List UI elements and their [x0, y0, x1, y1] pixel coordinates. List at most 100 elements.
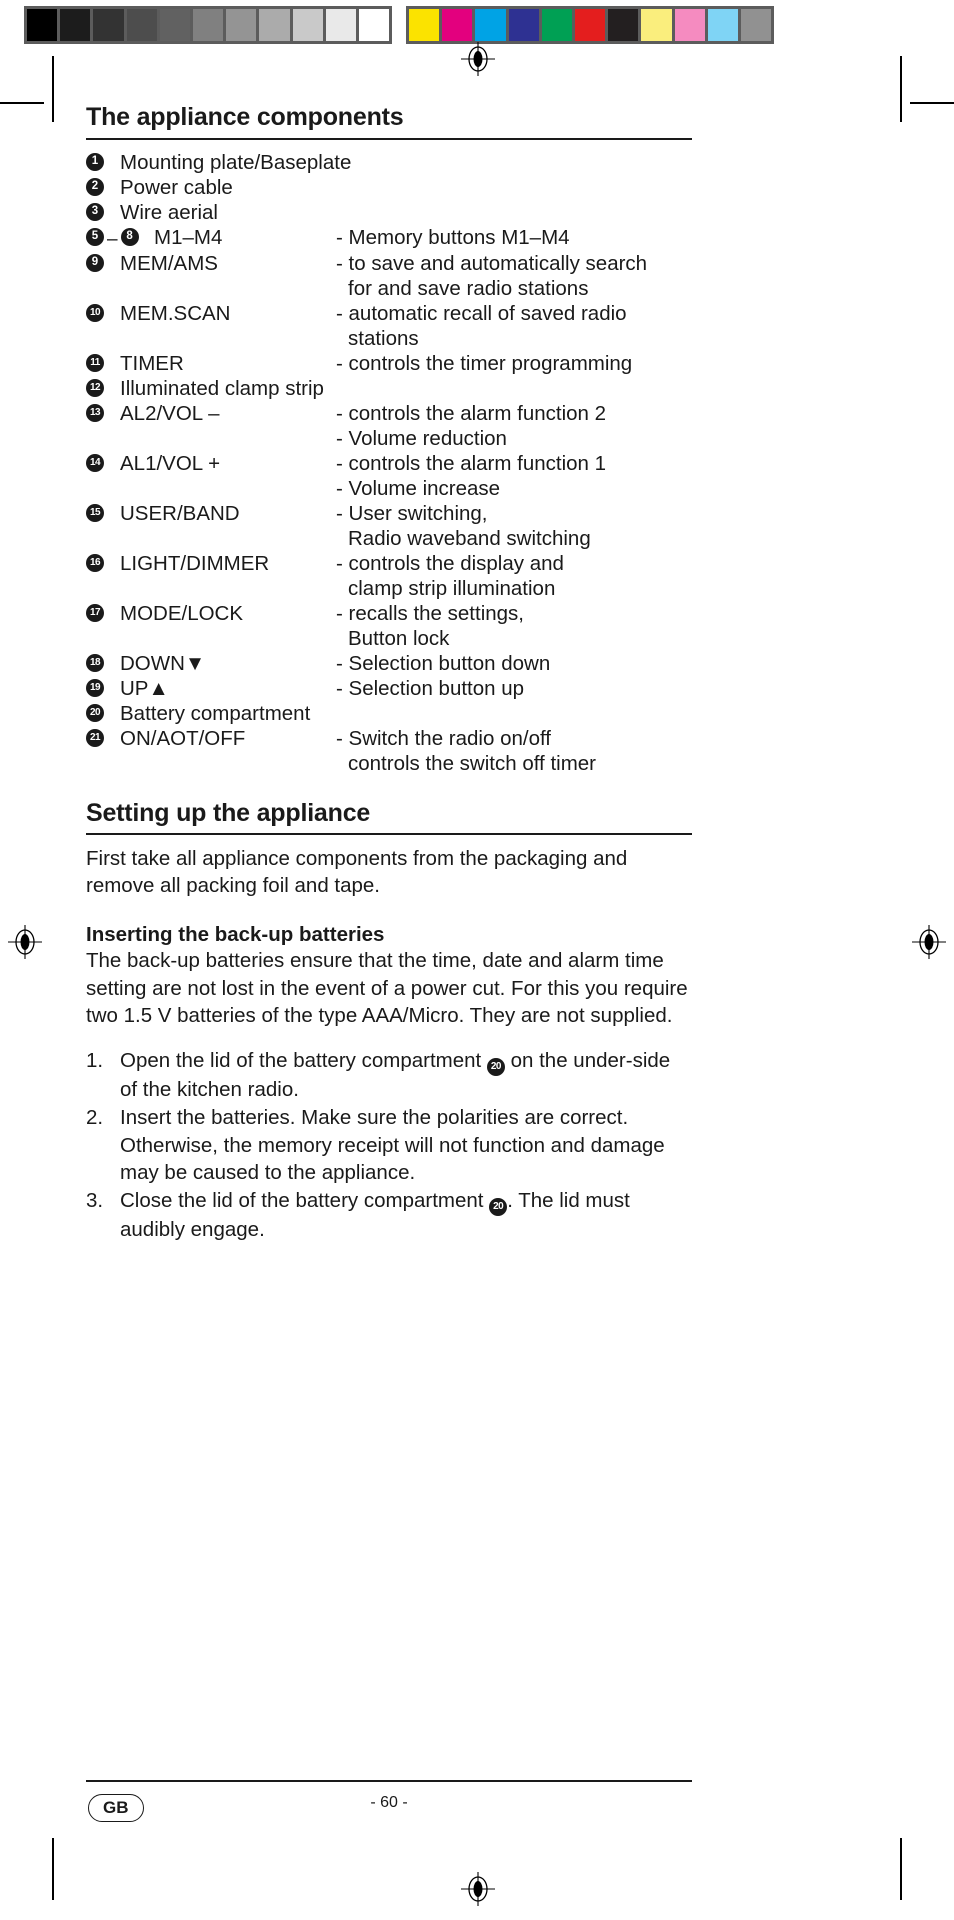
component-number-badge: 12 — [86, 376, 118, 397]
component-item: 11 TIMER - controls the timer programming — [86, 351, 692, 376]
component-item: 13 AL2/VOL – - controls the alarm function… — [86, 401, 692, 451]
step-number: 2. — [86, 1106, 104, 1130]
batteries-subheading: Inserting the back-up batteries — [86, 922, 385, 946]
component-item: 21 ON/AOT/OFF - Switch the radio on/off con… — [86, 726, 692, 776]
grayscale-swatch-4 — [159, 9, 190, 41]
color-swatch-6 — [608, 9, 639, 41]
component-description-line: controls the switch off timer — [348, 751, 596, 775]
component-label: ON/AOT/OFF — [120, 726, 246, 750]
component-description-line: - Selection button up — [336, 676, 525, 700]
component-label: M1–M4 — [154, 225, 223, 249]
component-description-line: Radio waveband switching — [348, 526, 591, 550]
color-swatch-4 — [541, 9, 572, 41]
crop-mark-bottom-right — [900, 1838, 902, 1900]
number-badge-icon: 14 — [86, 453, 104, 472]
component-description: - User switching, Radio waveband switchin… — [336, 501, 692, 551]
page-footer: GB - 60 - — [86, 1780, 692, 1830]
component-label: DOWN▼ — [120, 651, 206, 675]
number-badge-icon: 5 — [86, 227, 104, 246]
grayscale-swatch-6 — [226, 9, 257, 41]
registration-mark-top — [461, 42, 495, 76]
component-item: 9 MEM/AMS - to save and automatically sear… — [86, 251, 692, 301]
crop-mark-top-right — [900, 56, 902, 122]
component-number-badge: 21 — [86, 726, 118, 747]
component-description: - automatic recall of saved radio station… — [336, 301, 692, 351]
number-badge-icon: 18 — [86, 653, 104, 672]
component-description-line: Button lock — [348, 626, 450, 650]
number-badge-icon: 11 — [86, 353, 104, 372]
component-description-line: - controls the display and — [336, 551, 564, 575]
component-item: 10 MEM.SCAN - automatic recall of saved ra… — [86, 301, 692, 351]
registration-mark-left — [8, 925, 42, 959]
page-number: - 60 - — [370, 1794, 408, 1811]
component-description-line: - Selection button down — [336, 651, 551, 675]
component-description-line: stations — [348, 326, 419, 350]
crop-mark-right-upper — [910, 102, 954, 104]
color-swatch-5 — [574, 9, 606, 41]
component-item: 2 Power cable — [86, 175, 692, 200]
number-badge-icon: 9 — [86, 253, 104, 272]
number-badge-icon: 15 — [86, 503, 104, 522]
step-item: 2. Insert the batteries. Make sure the po… — [86, 1104, 692, 1186]
component-label: MEM.SCAN — [120, 301, 231, 325]
component-description-line: - Volume reduction — [336, 426, 507, 450]
component-description-line: - to save and automatically search — [336, 251, 648, 275]
color-swatch-7 — [641, 9, 672, 41]
prepress-calibration-bar — [24, 6, 930, 44]
grayscale-swatch-7 — [259, 9, 290, 41]
component-description: - controls the alarm function 2- Volume … — [336, 401, 692, 451]
batteries-paragraph: The back-up batteries ensure that the ti… — [86, 949, 688, 1027]
inline-number-badge-icon: 20 — [489, 1198, 508, 1217]
title-divider — [86, 137, 692, 140]
component-number-badge: 2 — [86, 175, 118, 196]
component-description-line: - recalls the settings, — [336, 601, 524, 625]
grayscale-swatch-3 — [126, 9, 157, 41]
component-item: 3 Wire aerial — [86, 200, 692, 225]
step-item: 1. Open the lid of the battery compartmen… — [86, 1047, 692, 1103]
component-label: AL1/VOL + — [120, 451, 221, 475]
component-label: LIGHT/DIMMER — [120, 551, 270, 575]
grayscale-swatch-5 — [192, 9, 224, 41]
number-badge-icon: 20 — [86, 703, 104, 722]
component-number-badge: 14 — [86, 451, 118, 472]
component-label: Battery compartment — [120, 701, 311, 725]
component-number-badge: 19 — [86, 676, 118, 697]
registration-mark-right — [912, 925, 946, 959]
step-number: 3. — [86, 1189, 104, 1213]
number-badge-icon: 12 — [86, 378, 104, 397]
component-item: 18 DOWN▼ - Selection button down — [86, 651, 692, 676]
battery-steps-list: 1. Open the lid of the battery compartmen… — [86, 1047, 692, 1243]
component-number-badge: 16 — [86, 551, 118, 572]
step-item: 3. Close the lid of the battery compartme… — [86, 1187, 692, 1243]
number-badge-icon: 8 — [120, 227, 139, 246]
component-item: 15 USER/BAND - User switching, Radio waveba… — [86, 501, 692, 551]
component-list: 1 Mounting plate/Baseplate 2 Power cable 3 Wi… — [86, 150, 692, 776]
component-item: 1 Mounting plate/Baseplate — [86, 150, 692, 175]
setup-section-title: Setting up the appliance — [86, 798, 371, 827]
component-label: MEM/AMS — [120, 251, 218, 275]
number-badge-icon: 13 — [86, 403, 104, 422]
component-item: 17 MODE/LOCK - recalls the settings, Button… — [86, 601, 692, 651]
component-number-badge: 9 — [86, 251, 118, 272]
badge-range-dash: – — [107, 228, 118, 250]
grayscale-swatch-10 — [358, 9, 390, 41]
number-badge-icon: 10 — [86, 303, 104, 322]
crop-mark-bottom-left — [52, 1838, 54, 1900]
component-description: - controls the display and clamp strip il… — [336, 551, 692, 601]
component-description: - Selection button down — [336, 651, 692, 676]
component-number-badge: 11 — [86, 351, 118, 372]
color-swatch-3 — [508, 9, 539, 41]
grayscale-swatch-2 — [93, 9, 124, 41]
component-description-line: - automatic recall of saved radio — [336, 301, 627, 325]
component-number-badge: 18 — [86, 651, 118, 672]
color-swatch-2 — [475, 9, 506, 41]
number-badge-icon: 1 — [86, 152, 104, 171]
registration-mark-bottom — [461, 1872, 495, 1906]
component-description-line: for and save radio stations — [348, 276, 589, 300]
crop-mark-top-left — [52, 56, 54, 122]
component-description-line: - controls the alarm function 1 — [336, 451, 607, 475]
color-swatch-group — [406, 6, 774, 44]
component-description: - controls the alarm function 1- Volume … — [336, 451, 692, 501]
color-swatch-8 — [674, 9, 705, 41]
component-description-line: - controls the alarm function 2 — [336, 401, 607, 425]
